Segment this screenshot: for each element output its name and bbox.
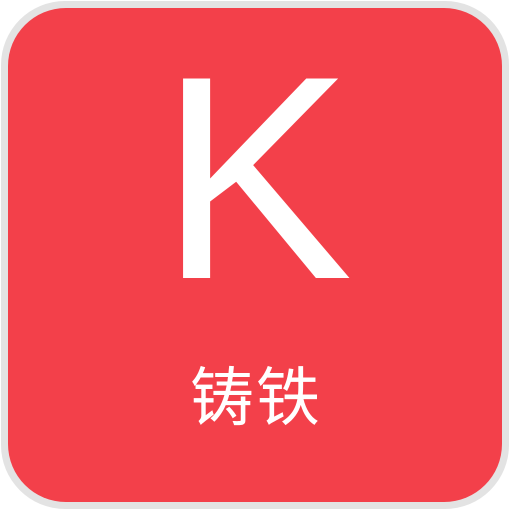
icon-letter: K xyxy=(159,16,353,340)
icon-label: 铸铁 xyxy=(190,362,322,436)
